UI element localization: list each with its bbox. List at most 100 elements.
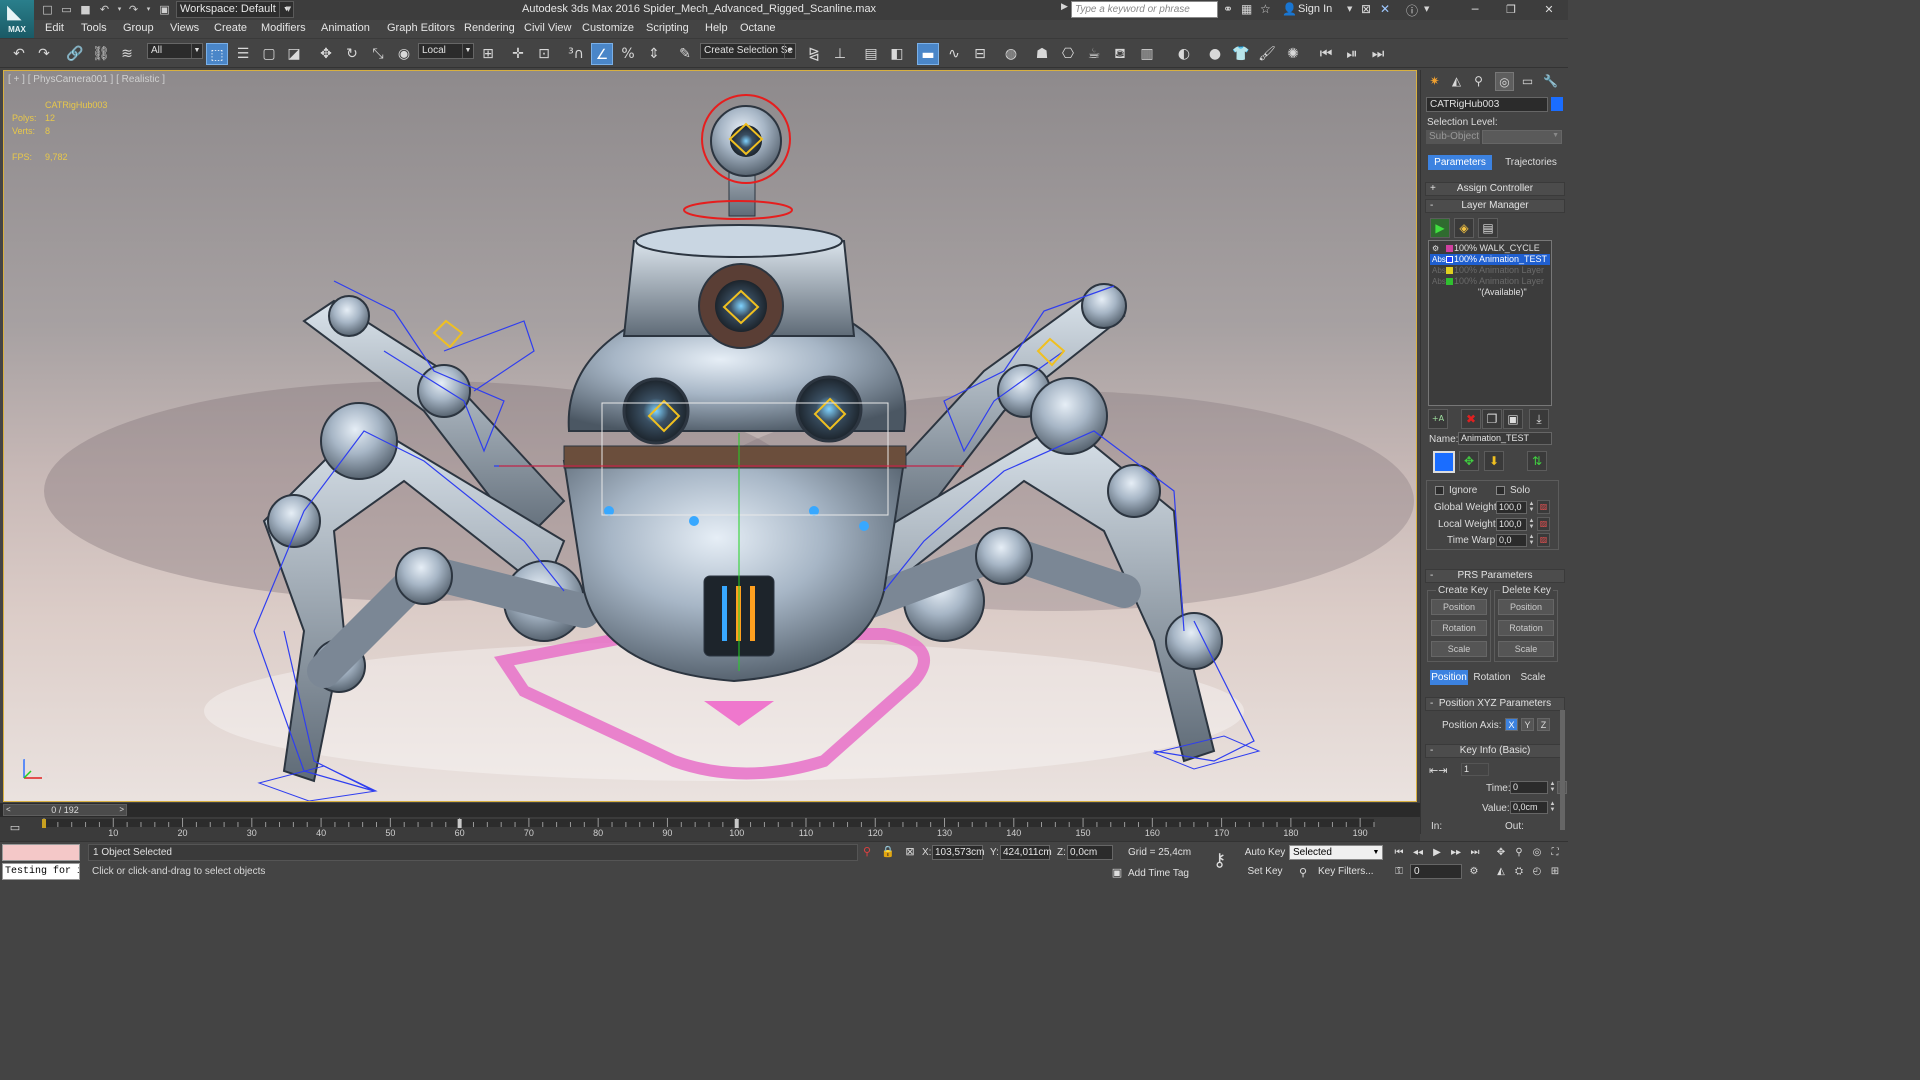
undo-dropdown-icon[interactable]: ▾ — [113, 3, 126, 16]
binoculars-icon[interactable]: ⚭ — [1223, 2, 1233, 16]
viewport-label[interactable]: [ + ] [ PhysCamera001 ] [ Realistic ] — [8, 74, 165, 85]
layer-stack-icon[interactable]: ◈ — [1454, 218, 1474, 238]
layer-list[interactable]: ⚙ 100% WALK_CYCLE Abs 100% Animation_TEST … — [1428, 240, 1552, 406]
workspace-dropdown[interactable]: Workspace: Default ▼ — [176, 1, 294, 18]
menu-create[interactable]: Create — [214, 22, 247, 34]
time-slider-thumb[interactable]: <0 / 192 > — [3, 804, 127, 816]
mirror-icon[interactable]: ⧎ — [803, 43, 825, 65]
help-icon[interactable]: ⓘ — [1406, 2, 1418, 19]
redo-dropdown-icon[interactable]: ▾ — [142, 3, 155, 16]
create-scale-key-button[interactable]: Scale — [1431, 641, 1487, 657]
sphere-icon[interactable]: ● — [1204, 43, 1226, 65]
key-filters-button[interactable]: Key Filters... — [1318, 866, 1374, 877]
orbit-subobject-icon[interactable]: ◴ — [1528, 864, 1546, 879]
maxscript-listener-output[interactable] — [2, 844, 80, 861]
chevron-down-icon[interactable]: ▼ — [282, 3, 295, 16]
play-icon[interactable]: ▶ — [1428, 845, 1446, 860]
display-tab-icon[interactable]: ▭ — [1518, 72, 1537, 91]
edit-named-selection-icon[interactable]: ✎ — [674, 43, 696, 65]
rollout-layer-manager[interactable]: - Layer Manager — [1425, 199, 1565, 213]
play-layer-icon[interactable]: ▶ — [1430, 218, 1450, 238]
window-crossing-icon[interactable]: ◪ — [283, 43, 305, 65]
undo-icon[interactable]: ↶ — [8, 43, 30, 65]
select-object-icon[interactable]: ⬚ — [206, 43, 228, 65]
rendered-frame-window-icon[interactable]: ⎔ — [1057, 43, 1079, 65]
bind-to-space-warp-icon[interactable]: ≋ — [116, 43, 138, 65]
tab-parameters[interactable]: Parameters — [1428, 155, 1492, 170]
place-icon[interactable]: ◉ — [393, 43, 415, 65]
angle-snap-icon[interactable]: ∠ — [591, 43, 613, 65]
selection-lock-icon[interactable]: 🔒 — [881, 845, 895, 859]
search-expand-icon[interactable]: ▶ — [1061, 2, 1068, 12]
key-icon[interactable]: ⚷ — [1213, 850, 1226, 871]
spinner-arrows-icon[interactable]: ▲ ▼ — [1528, 518, 1535, 531]
schematic-view-icon[interactable]: ⊟ — [969, 43, 991, 65]
rollout-position-xyz[interactable]: - Position XYZ Parameters — [1425, 697, 1565, 711]
spinner-arrows-icon[interactable]: ▲ ▼ — [1528, 501, 1535, 514]
new-file-icon[interactable]: □ — [41, 3, 54, 16]
prs-tab-scale[interactable]: Scale — [1516, 670, 1550, 685]
goto-end-icon[interactable]: ⏭ — [1466, 845, 1484, 860]
select-layer-nodes-icon[interactable]: ✥ — [1459, 451, 1479, 471]
select-and-link-icon[interactable]: 🔗 — [64, 43, 86, 65]
align-icon[interactable]: ⊥ — [829, 43, 851, 65]
time-config-icon[interactable]: ⚙ — [1465, 864, 1483, 879]
menu-customize[interactable]: Customize — [582, 22, 634, 34]
open-file-icon[interactable]: ▭ — [60, 3, 73, 16]
menu-help[interactable]: Help — [705, 22, 728, 34]
walk-through-icon[interactable]: ⛭ — [1510, 864, 1528, 879]
rollout-assign-controller[interactable]: + Assign Controller — [1425, 182, 1565, 196]
command-panel-scrollbar[interactable] — [1560, 710, 1565, 830]
named-selection-dropdown[interactable]: Create Selection Se ▼ — [700, 43, 796, 59]
create-rotation-key-button[interactable]: Rotation — [1431, 620, 1487, 636]
minimize-button[interactable]: ─ — [1456, 0, 1494, 20]
subscription-center-icon[interactable]: ▦ — [1241, 2, 1252, 16]
x-coordinate-field[interactable]: 103,573cm — [932, 845, 984, 860]
pivot-point-center-icon[interactable]: ⊞ — [477, 43, 499, 65]
key-index-field[interactable]: 1 — [1461, 763, 1489, 776]
z-coordinate-field[interactable]: 0,0cm — [1067, 845, 1113, 860]
curve-edit-icon[interactable]: ▨ — [1537, 533, 1550, 547]
sign-in-button[interactable]: Sign In — [1298, 3, 1332, 15]
prev-frame-icon[interactable]: ◂◂ — [1409, 845, 1427, 860]
snaps-toggle-icon[interactable]: ³∩ — [565, 43, 587, 65]
utilities-tab-icon[interactable]: 🔧 — [1541, 72, 1560, 91]
viewport-layout-icon[interactable]: ⊞ — [1546, 864, 1564, 879]
paste-layer-icon[interactable]: ▣ — [1503, 409, 1523, 429]
hierarchy-tab-icon[interactable]: ⚲ — [1469, 72, 1488, 91]
layer-row[interactable]: Abs 100% Animation_TEST — [1430, 254, 1550, 265]
next-frame-icon[interactable]: ▸▸ — [1447, 845, 1465, 860]
auto-key-button[interactable]: Auto Key — [1244, 845, 1286, 860]
axis-z-button[interactable]: Z — [1537, 718, 1550, 731]
menu-rendering[interactable]: Rendering — [464, 22, 515, 34]
menu-views[interactable]: Views — [170, 22, 199, 34]
menu-edit[interactable]: Edit — [45, 22, 64, 34]
menu-graph-editors[interactable]: Graph Editors — [387, 22, 455, 34]
perspective-viewport[interactable]: [ + ] [ PhysCamera001 ] [ Realistic ] CA… — [3, 70, 1417, 802]
percent-snap-icon[interactable]: % — [617, 43, 639, 65]
rollout-key-info[interactable]: - Key Info (Basic) — [1425, 744, 1565, 758]
selection-filter-dropdown[interactable]: All ▼ — [147, 43, 203, 59]
menu-animation[interactable]: Animation — [321, 22, 370, 34]
delete-position-key-button[interactable]: Position — [1498, 599, 1554, 615]
delete-scale-key-button[interactable]: Scale — [1498, 641, 1554, 657]
animation-key-marker[interactable] — [42, 819, 46, 828]
spider-mech-body[interactable] — [562, 105, 907, 683]
layer-color-button[interactable] — [1433, 451, 1455, 473]
chevron-left-icon[interactable]: < — [6, 805, 11, 815]
octane-render-icon[interactable]: ◐ — [1173, 43, 1195, 65]
move-layer-updown-icon[interactable]: ⇅ — [1527, 451, 1547, 471]
menu-group[interactable]: Group — [123, 22, 154, 34]
isolate-pin-icon[interactable]: ⚲ — [860, 845, 874, 859]
brush-icon[interactable]: 🖌 — [1256, 43, 1278, 65]
rotate-icon[interactable]: ↻ — [341, 43, 363, 65]
layer-row[interactable]: Abs 100% Animation Layer — [1430, 276, 1550, 287]
object-color-swatch[interactable] — [1551, 97, 1563, 111]
key-filter-icon[interactable]: ⚲ — [1296, 866, 1310, 880]
chevron-right-icon[interactable]: > — [119, 805, 124, 815]
undo-icon[interactable]: ↶ — [98, 3, 111, 16]
particle-icon[interactable]: ✺ — [1282, 43, 1304, 65]
create-tab-icon[interactable]: ✷ — [1425, 72, 1444, 91]
spinner-arrows-icon[interactable]: ▲ ▼ — [1528, 534, 1535, 547]
modify-tab-icon[interactable]: ◭ — [1447, 72, 1466, 91]
